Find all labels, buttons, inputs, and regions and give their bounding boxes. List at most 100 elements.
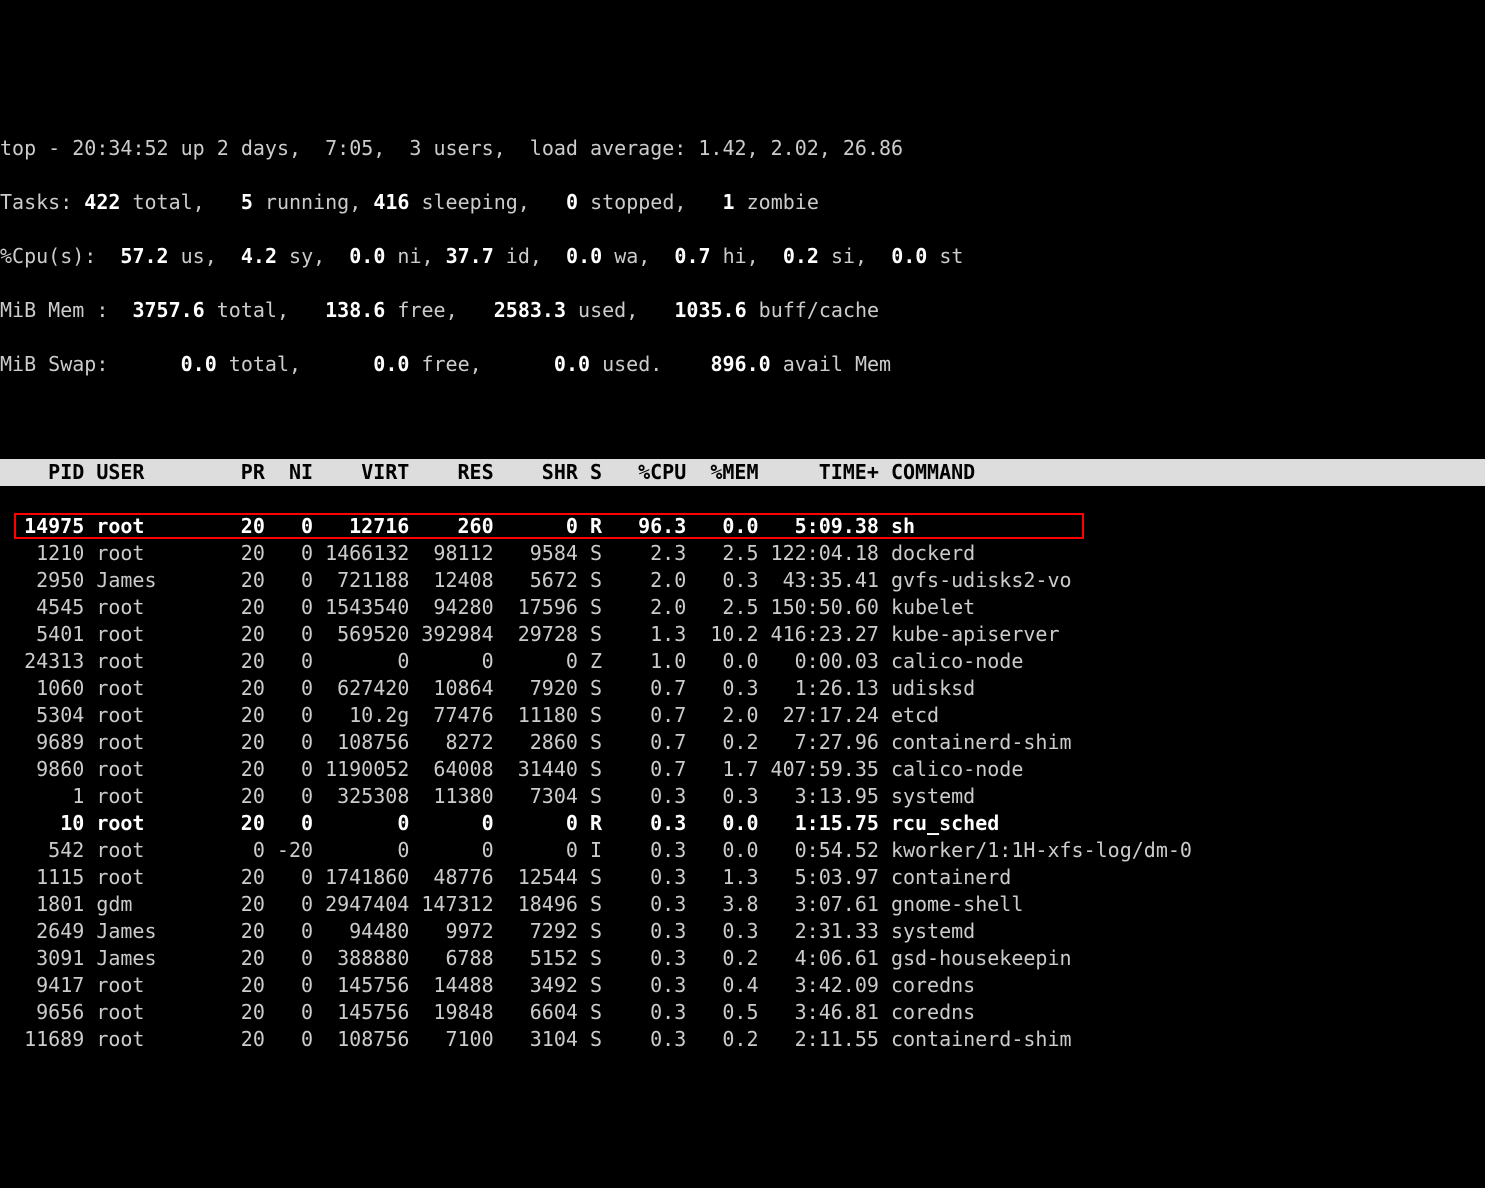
process-row[interactable]: 9656root200145756198486604S0.30.53:46.81… bbox=[0, 999, 1485, 1026]
cell-user: gdm bbox=[96, 891, 204, 918]
col-cpu[interactable]: %CPU bbox=[614, 459, 686, 486]
process-row[interactable]: 14975root200127162600R96.30.05:09.38sh bbox=[0, 513, 1485, 540]
process-row[interactable]: 9860root20011900526400831440S0.71.7407:5… bbox=[0, 756, 1485, 783]
cell-shr: 0 bbox=[494, 648, 578, 675]
cell-pr: 20 bbox=[205, 918, 265, 945]
cell-user: root bbox=[96, 972, 204, 999]
cell-pid: 1115 bbox=[0, 864, 84, 891]
cell-cpu: 96.3 bbox=[614, 513, 686, 540]
cell-cmd: rcu_sched bbox=[891, 811, 999, 835]
cell-user: root bbox=[96, 675, 204, 702]
cell-cmd: udisksd bbox=[891, 676, 975, 700]
cell-mem: 10.2 bbox=[686, 621, 758, 648]
summary-line-swap: MiB Swap: 0.0 total, 0.0 free, 0.0 used.… bbox=[0, 351, 1485, 378]
cell-virt: 325308 bbox=[313, 783, 409, 810]
col-pr[interactable]: PR bbox=[205, 459, 265, 486]
process-row[interactable]: 542root0-20000I0.30.00:54.52kworker/1:1H… bbox=[0, 837, 1485, 864]
cell-cpu: 2.0 bbox=[614, 594, 686, 621]
cell-cpu: 2.3 bbox=[614, 540, 686, 567]
cell-user: root bbox=[96, 729, 204, 756]
col-time[interactable]: TIME+ bbox=[759, 459, 879, 486]
cell-pid: 14975 bbox=[0, 513, 84, 540]
cell-virt: 1543540 bbox=[313, 594, 409, 621]
process-row[interactable]: 4545root20015435409428017596S2.02.5150:5… bbox=[0, 594, 1485, 621]
process-row[interactable]: 1060root200627420108647920S0.70.31:26.13… bbox=[0, 675, 1485, 702]
process-row[interactable]: 9689root20010875682722860S0.70.27:27.96c… bbox=[0, 729, 1485, 756]
cell-ni: 0 bbox=[265, 540, 313, 567]
cell-s: R bbox=[590, 810, 614, 837]
cell-s: S bbox=[590, 999, 614, 1026]
cell-ni: 0 bbox=[265, 999, 313, 1026]
cell-time: 0:54.52 bbox=[759, 837, 879, 864]
cell-res: 392984 bbox=[409, 621, 493, 648]
process-row[interactable]: 1115root20017418604877612544S0.31.35:03.… bbox=[0, 864, 1485, 891]
cell-time: 407:59.35 bbox=[759, 756, 879, 783]
process-row[interactable]: 1210root2001466132981129584S2.32.5122:04… bbox=[0, 540, 1485, 567]
cell-res: 0 bbox=[409, 648, 493, 675]
cell-shr: 0 bbox=[494, 513, 578, 540]
col-state[interactable]: S bbox=[590, 459, 614, 486]
process-row[interactable]: 5401root20056952039298429728S1.310.2416:… bbox=[0, 621, 1485, 648]
process-row[interactable]: 10root200000R0.30.01:15.75rcu_sched bbox=[0, 810, 1485, 837]
cell-s: S bbox=[590, 594, 614, 621]
cell-res: 0 bbox=[409, 810, 493, 837]
cell-user: root bbox=[96, 810, 204, 837]
cell-s: S bbox=[590, 864, 614, 891]
cell-res: 11380 bbox=[409, 783, 493, 810]
cell-virt: 108756 bbox=[313, 1026, 409, 1053]
cell-mem: 0.0 bbox=[686, 810, 758, 837]
col-pid[interactable]: PID bbox=[0, 459, 84, 486]
cell-mem: 2.5 bbox=[686, 540, 758, 567]
col-mem[interactable]: %MEM bbox=[686, 459, 758, 486]
process-row[interactable]: 24313root200000Z1.00.00:00.03calico-node bbox=[0, 648, 1485, 675]
col-command[interactable]: COMMAND bbox=[891, 460, 975, 484]
cell-time: 27:17.24 bbox=[759, 702, 879, 729]
cell-mem: 3.8 bbox=[686, 891, 758, 918]
cell-user: root bbox=[96, 1026, 204, 1053]
cell-cpu: 0.7 bbox=[614, 729, 686, 756]
cell-pid: 2950 bbox=[0, 567, 84, 594]
process-row[interactable]: 2649James2009448099727292S0.30.32:31.33s… bbox=[0, 918, 1485, 945]
cell-pr: 20 bbox=[205, 864, 265, 891]
cell-pr: 20 bbox=[205, 756, 265, 783]
cell-virt: 10.2g bbox=[313, 702, 409, 729]
process-row[interactable]: 11689root20010875671003104S0.30.22:11.55… bbox=[0, 1026, 1485, 1053]
cell-pid: 4545 bbox=[0, 594, 84, 621]
cell-s: S bbox=[590, 540, 614, 567]
cell-user: root bbox=[96, 513, 204, 540]
process-row[interactable]: 2950James200721188124085672S2.00.343:35.… bbox=[0, 567, 1485, 594]
col-user[interactable]: USER bbox=[96, 459, 204, 486]
cell-shr: 12544 bbox=[494, 864, 578, 891]
cell-virt: 2947404 bbox=[313, 891, 409, 918]
cell-mem: 2.0 bbox=[686, 702, 758, 729]
col-ni[interactable]: NI bbox=[265, 459, 313, 486]
col-virt[interactable]: VIRT bbox=[313, 459, 409, 486]
cell-pid: 2649 bbox=[0, 918, 84, 945]
cell-res: 19848 bbox=[409, 999, 493, 1026]
cell-time: 4:06.61 bbox=[759, 945, 879, 972]
col-shr[interactable]: SHR bbox=[494, 459, 578, 486]
cell-cmd: calico-node bbox=[891, 757, 1023, 781]
cell-user: James bbox=[96, 945, 204, 972]
cell-cmd: kworker/1:1H-xfs-log/dm-0 bbox=[891, 838, 1192, 862]
process-row[interactable]: 1root200325308113807304S0.30.33:13.95sys… bbox=[0, 783, 1485, 810]
cell-ni: 0 bbox=[265, 567, 313, 594]
cell-pr: 20 bbox=[205, 999, 265, 1026]
cell-time: 3:42.09 bbox=[759, 972, 879, 999]
cell-res: 14488 bbox=[409, 972, 493, 999]
cell-pr: 20 bbox=[205, 621, 265, 648]
cell-user: root bbox=[96, 783, 204, 810]
col-res[interactable]: RES bbox=[409, 459, 493, 486]
cell-cpu: 0.3 bbox=[614, 810, 686, 837]
process-row[interactable]: 1801gdm200294740414731218496S0.33.83:07.… bbox=[0, 891, 1485, 918]
process-row[interactable]: 9417root200145756144883492S0.30.43:42.09… bbox=[0, 972, 1485, 999]
cell-s: S bbox=[590, 891, 614, 918]
process-row[interactable]: 5304root20010.2g7747611180S0.72.027:17.2… bbox=[0, 702, 1485, 729]
cell-pr: 20 bbox=[205, 1026, 265, 1053]
column-header-row[interactable]: PID USERPRNIVIRTRESSHR S%CPU%MEMTIME+ COMMA… bbox=[0, 459, 1485, 486]
cell-mem: 0.3 bbox=[686, 783, 758, 810]
process-row[interactable]: 3091James20038888067885152S0.30.24:06.61… bbox=[0, 945, 1485, 972]
cell-pid: 9860 bbox=[0, 756, 84, 783]
cell-s: S bbox=[590, 702, 614, 729]
cell-virt: 12716 bbox=[313, 513, 409, 540]
